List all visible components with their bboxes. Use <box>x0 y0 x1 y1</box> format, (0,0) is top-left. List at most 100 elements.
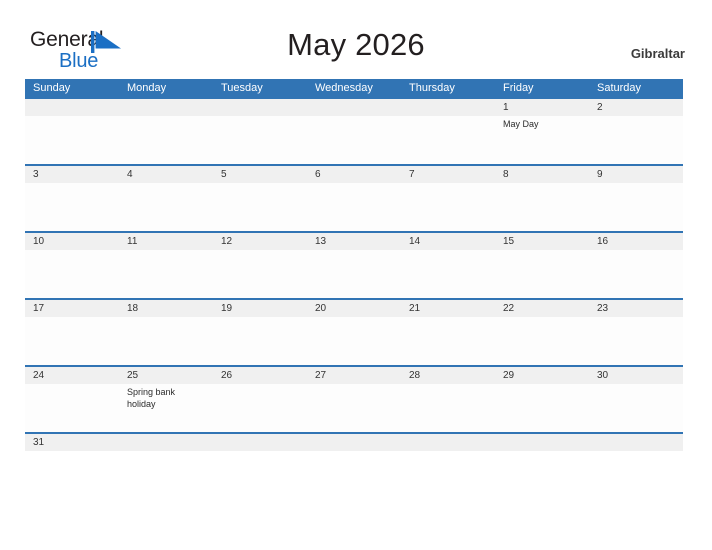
day-event-text <box>307 116 401 164</box>
day-number[interactable]: 14 <box>401 233 495 250</box>
day-event-text <box>589 384 683 432</box>
day-number[interactable]: 16 <box>589 233 683 250</box>
day-event-text <box>401 250 495 298</box>
day-number[interactable]: 1 <box>495 99 589 116</box>
day-number[interactable]: 4 <box>119 166 213 183</box>
day-event-text <box>213 317 307 365</box>
day-number[interactable] <box>119 434 213 451</box>
week-event-area: Spring bank holiday <box>25 384 683 432</box>
day-event-text <box>25 250 119 298</box>
day-event-text <box>307 317 401 365</box>
day-number[interactable]: 30 <box>589 367 683 384</box>
calendar-week-row: 31 <box>25 432 683 451</box>
weekday-header-tuesday: Tuesday <box>221 82 263 94</box>
day-event-text <box>307 183 401 231</box>
day-number[interactable]: 27 <box>307 367 401 384</box>
day-event-text <box>589 183 683 231</box>
day-number[interactable]: 15 <box>495 233 589 250</box>
day-event-text <box>25 183 119 231</box>
day-event-text <box>589 250 683 298</box>
day-number[interactable]: 20 <box>307 300 401 317</box>
day-event-text <box>307 384 401 432</box>
day-number[interactable] <box>401 434 495 451</box>
day-number[interactable] <box>589 434 683 451</box>
day-number[interactable]: 29 <box>495 367 589 384</box>
day-number[interactable]: 31 <box>25 434 119 451</box>
day-number[interactable]: 3 <box>25 166 119 183</box>
day-number[interactable]: 9 <box>589 166 683 183</box>
day-number[interactable]: 28 <box>401 367 495 384</box>
day-event-text <box>25 317 119 365</box>
day-number[interactable] <box>307 434 401 451</box>
week-event-area <box>25 250 683 298</box>
page-header: General Blue May 2026 Gibraltar <box>0 0 712 79</box>
calendar-grid: Sunday Monday Tuesday Wednesday Thursday… <box>25 79 683 451</box>
week-date-band: 31 <box>25 434 683 451</box>
day-number[interactable] <box>307 99 401 116</box>
week-date-band: 3 4 5 6 7 8 9 <box>25 166 683 183</box>
day-event-text <box>495 183 589 231</box>
day-number[interactable]: 21 <box>401 300 495 317</box>
day-event-text <box>589 317 683 365</box>
day-event-text <box>495 317 589 365</box>
weekday-header-monday: Monday <box>127 82 167 94</box>
page-title: May 2026 <box>287 27 425 62</box>
calendar-week-row: 17 18 19 20 21 22 23 <box>25 298 683 365</box>
calendar-location-label: Gibraltar <box>630 46 685 61</box>
day-event-text <box>495 384 589 432</box>
day-number[interactable] <box>213 99 307 116</box>
day-number[interactable]: 19 <box>213 300 307 317</box>
calendar-week-row: 3 4 5 6 7 8 9 <box>25 164 683 231</box>
week-date-band: 10 11 12 13 14 15 16 <box>25 233 683 250</box>
day-number[interactable]: 2 <box>589 99 683 116</box>
day-number[interactable]: 18 <box>119 300 213 317</box>
day-number[interactable]: 26 <box>213 367 307 384</box>
day-number[interactable]: 6 <box>307 166 401 183</box>
day-event-text <box>119 183 213 231</box>
calendar-week-row: 24 25 26 27 28 29 30 Spring bank holiday <box>25 365 683 432</box>
day-event-text <box>495 250 589 298</box>
calendar-week-row: 10 11 12 13 14 15 16 <box>25 231 683 298</box>
week-date-band: 17 18 19 20 21 22 23 <box>25 300 683 317</box>
day-event-text <box>401 116 495 164</box>
day-event-text: Spring bank holiday <box>127 387 176 409</box>
day-number[interactable] <box>119 99 213 116</box>
week-event-area <box>25 183 683 231</box>
day-event-text <box>25 116 119 164</box>
day-number[interactable]: 5 <box>213 166 307 183</box>
day-event-text <box>401 384 495 432</box>
day-event-text <box>401 317 495 365</box>
week-event-area: May Day <box>25 116 683 164</box>
day-event-text <box>307 250 401 298</box>
day-event-text: May Day <box>503 119 539 129</box>
day-number[interactable]: 22 <box>495 300 589 317</box>
day-number[interactable]: 13 <box>307 233 401 250</box>
weekday-header-thursday: Thursday <box>409 82 455 94</box>
day-number[interactable]: 8 <box>495 166 589 183</box>
day-number[interactable]: 23 <box>589 300 683 317</box>
day-event-text <box>25 384 119 432</box>
day-number[interactable]: 17 <box>25 300 119 317</box>
day-number[interactable] <box>25 99 119 116</box>
day-number[interactable] <box>213 434 307 451</box>
day-number[interactable] <box>401 99 495 116</box>
week-event-area <box>25 317 683 365</box>
week-date-band: 1 2 <box>25 99 683 116</box>
day-number[interactable]: 11 <box>119 233 213 250</box>
day-event-text <box>213 116 307 164</box>
day-number[interactable] <box>495 434 589 451</box>
day-number[interactable]: 25 <box>119 367 213 384</box>
calendar-week-row: 1 2 May Day <box>25 97 683 164</box>
weekday-header-friday: Friday <box>503 82 534 94</box>
day-event-text <box>589 116 683 164</box>
day-number[interactable]: 10 <box>25 233 119 250</box>
week-date-band: 24 25 26 27 28 29 30 <box>25 367 683 384</box>
weekday-header-wednesday: Wednesday <box>315 82 373 94</box>
day-event-text <box>213 384 307 432</box>
calendar-weekday-header-row: Sunday Monday Tuesday Wednesday Thursday… <box>25 79 683 97</box>
day-event-text <box>213 183 307 231</box>
day-number[interactable]: 7 <box>401 166 495 183</box>
day-number[interactable]: 12 <box>213 233 307 250</box>
day-number[interactable]: 24 <box>25 367 119 384</box>
day-event-text <box>119 317 213 365</box>
